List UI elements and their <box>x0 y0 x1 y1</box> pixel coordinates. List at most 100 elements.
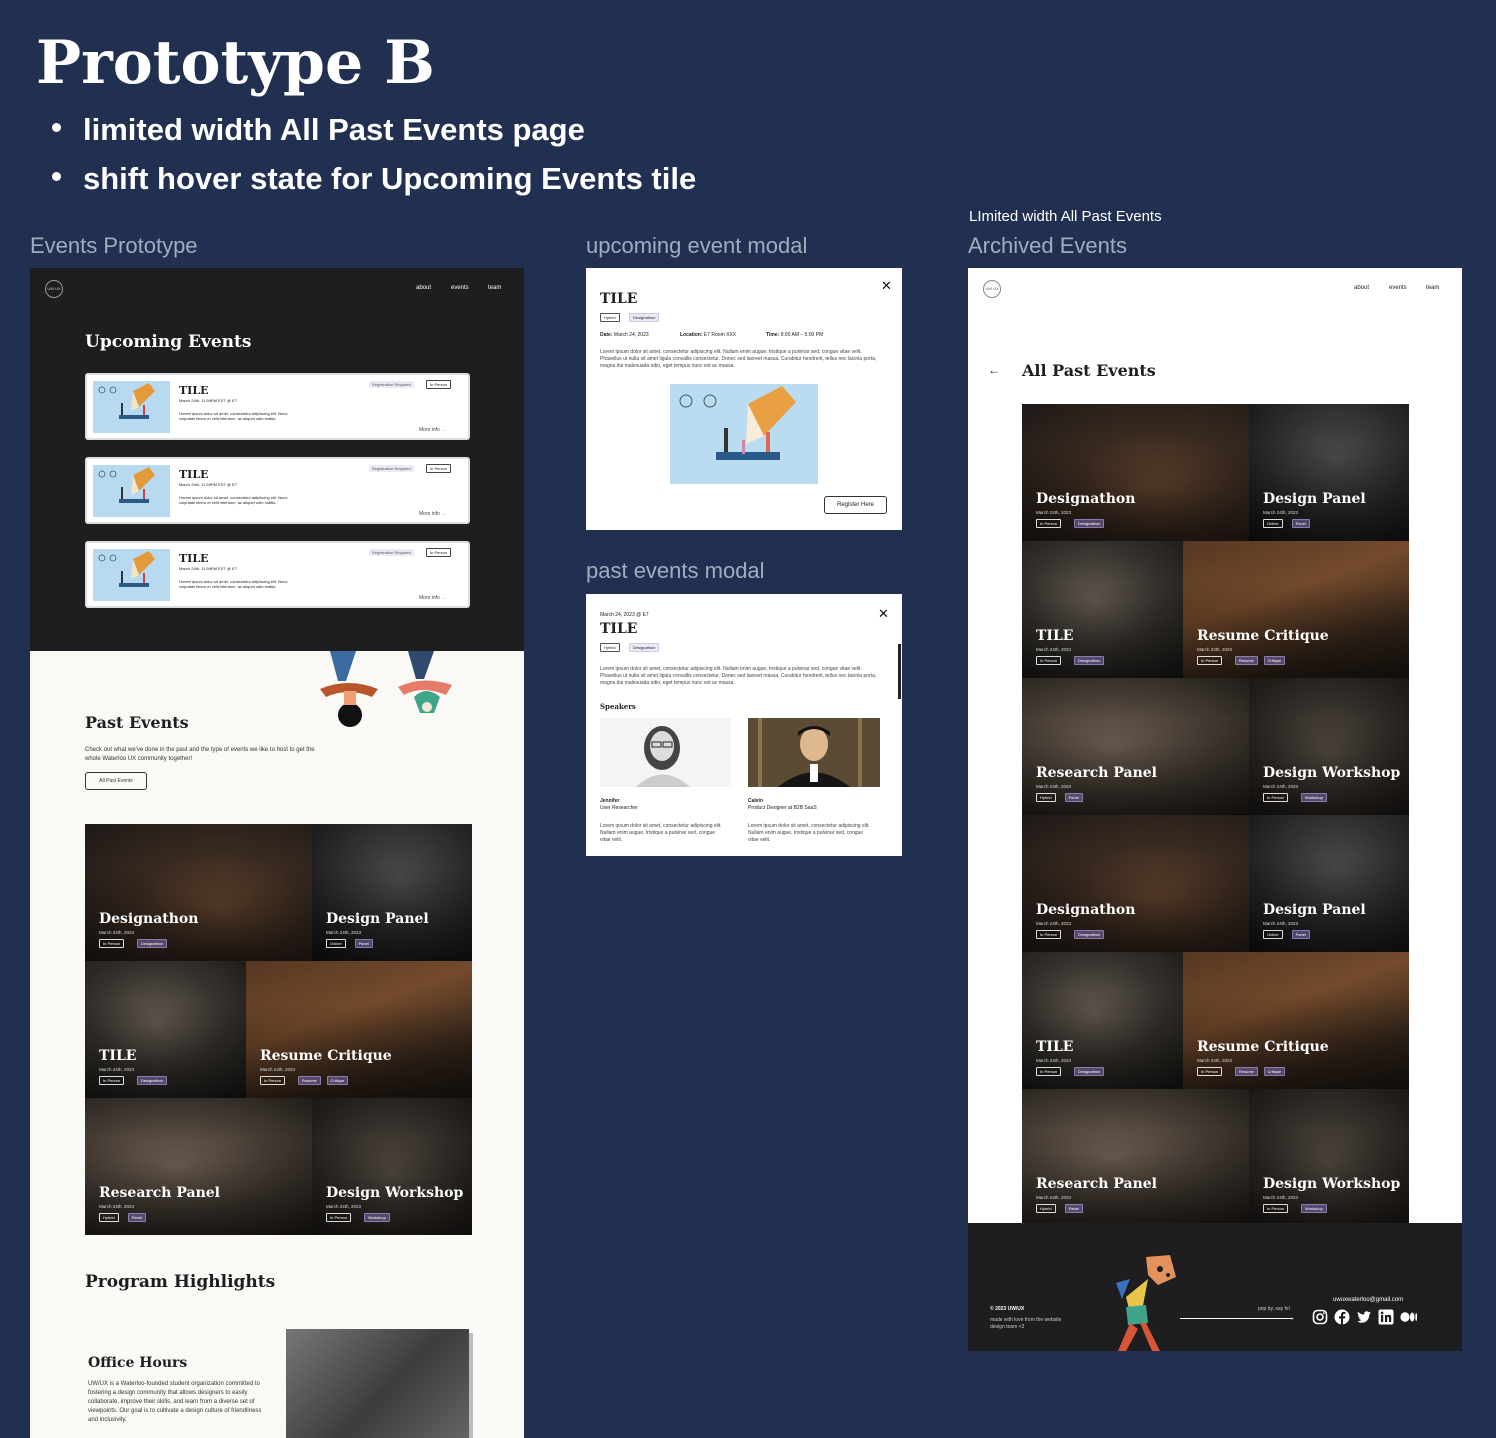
instagram-icon[interactable] <box>1312 1309 1328 1325</box>
footer-email[interactable]: uwuxwaterloo@gmail.com <box>1333 1297 1403 1303</box>
tile-tag: Hybrid <box>1036 793 1056 802</box>
upcoming-event-card[interactable]: TILE March 24th, 11:59PM EST @ E7 Horem … <box>85 541 470 608</box>
past-event-tile[interactable]: Design Workshop March 24th, 2023 In Person… <box>1249 1089 1409 1226</box>
tile-tag: In Person <box>99 1076 125 1085</box>
tile-tag: Workshop <box>363 1213 390 1222</box>
site-logo[interactable]: UW UX <box>983 280 1001 298</box>
tile-tag: Workshop <box>1300 793 1327 802</box>
all-past-events-button[interactable]: All Past Events <box>85 772 147 790</box>
medium-icon[interactable] <box>1400 1309 1418 1325</box>
twitter-icon[interactable] <box>1356 1309 1372 1325</box>
tile-date: March 24th, 2023 <box>1036 1195 1072 1200</box>
office-hours-description: UW/UX is a Waterloo-founded student orga… <box>88 1381 262 1423</box>
tile-tag: Resume <box>1234 656 1258 665</box>
event-illustration <box>93 465 170 517</box>
close-icon[interactable]: ✕ <box>878 606 889 622</box>
tile-tag: In Person <box>260 1076 286 1085</box>
register-button[interactable]: Register Here <box>824 496 887 514</box>
tile-title: TILE <box>99 1048 137 1064</box>
tile-tag: Panel <box>354 939 373 948</box>
modal-title: TILE <box>600 291 638 307</box>
past-event-tile[interactable]: Resume Critique March 24th, 2023 In Person… <box>1183 541 1409 678</box>
tile-title: Designathon <box>99 911 199 927</box>
location-value: E7 Room XXX <box>703 332 737 338</box>
close-icon[interactable]: ✕ <box>881 278 892 294</box>
tile-tag: Panel <box>1291 519 1310 528</box>
past-event-tile[interactable]: Design Workshop March 24th, 2023 In Person… <box>312 1098 472 1235</box>
linkedin-icon[interactable] <box>1378 1309 1394 1325</box>
tile-date: March 24th, 2023 <box>326 930 362 935</box>
past-event-tile[interactable]: Research Panel March 24th, 2023 Hybrid Pane… <box>1022 678 1249 815</box>
mode-tag: In Person <box>426 380 452 389</box>
past-event-tile[interactable]: TILE March 24th, 2023 In Person Designathon <box>85 961 246 1098</box>
more-info-link[interactable]: More info → <box>419 427 446 433</box>
scrollbar[interactable] <box>898 644 901 699</box>
tile-title: Design Panel <box>1263 491 1366 507</box>
past-event-tile[interactable]: Resume Critique March 24th, 2023 In Person… <box>246 961 472 1098</box>
past-event-tile[interactable]: Design Panel March 24th, 2023 Online Panel <box>1249 404 1409 541</box>
tile-title: Resume Critique <box>1197 628 1329 644</box>
footer-copyright: © 2023 UW/UX <box>990 1306 1025 1312</box>
tile-tag: In Person <box>1036 519 1062 528</box>
tile-tag: In Person <box>1036 930 1062 939</box>
past-event-tile[interactable]: Designathon March 24th, 2023 In Person Desi… <box>1022 815 1249 952</box>
past-event-tile[interactable]: Designathon March 24th, 2023 In Person Desi… <box>1022 404 1249 541</box>
figures-illustration <box>320 651 452 727</box>
facebook-icon[interactable] <box>1334 1309 1350 1325</box>
nav-about[interactable]: about <box>1354 285 1369 291</box>
nav-events[interactable]: events <box>451 285 469 291</box>
nav-events[interactable]: events <box>1389 285 1407 291</box>
tile-tag: Panel <box>1291 930 1310 939</box>
tile-date: March 24th, 2023 <box>1036 921 1072 926</box>
nav-about[interactable]: about <box>416 285 431 291</box>
more-info-link[interactable]: More info → <box>419 595 446 601</box>
tile-title: Designathon <box>1036 902 1136 918</box>
modal-description: Lorem ipsum dolor sit amet, consectetur … <box>600 349 877 369</box>
back-arrow-icon[interactable]: ← <box>988 363 1000 377</box>
bullet-text: shift hover state for Upcoming Events ti… <box>83 161 697 196</box>
tile-title: Design Workshop <box>326 1185 464 1201</box>
event-illustration <box>670 384 818 484</box>
upcoming-event-card[interactable]: TILE March 24th, 11:59PM EST @ E7 Horem … <box>85 373 470 440</box>
tile-tag: Resume <box>297 1076 321 1085</box>
past-event-tile[interactable]: TILE March 24th, 2023 In Person Designathon <box>1022 952 1183 1089</box>
tile-date: March 24th, 2023 <box>326 1204 362 1209</box>
tile-tag: Panel <box>1064 1204 1083 1213</box>
tile-tag: In Person <box>99 939 125 948</box>
tile-tag: Critique <box>1263 656 1286 665</box>
time-label: Time: <box>766 332 780 338</box>
past-event-tile[interactable]: TILE March 24th, 2023 In Person Designathon <box>1022 541 1183 678</box>
time-value: 9:00 AM – 5:00 PM <box>780 332 824 338</box>
tile-tag: Designathon <box>136 939 168 948</box>
past-event-tile[interactable]: Resume Critique March 24th, 2023 In Person… <box>1183 952 1409 1089</box>
past-event-tile[interactable]: Design Workshop March 24th, 2023 In Person… <box>1249 678 1409 815</box>
registration-tag: Registration Required <box>369 549 414 556</box>
past-event-tile[interactable]: Design Panel March 24th, 2023 Online Panel <box>1249 815 1409 952</box>
past-event-tile[interactable]: Research Panel March 24th, 2023 Hybrid Pane… <box>1022 1089 1249 1226</box>
more-info-link[interactable]: More info → <box>419 511 446 517</box>
event-description: Horem ipsum dolor sit amet, consectetur … <box>179 411 288 421</box>
upcoming-event-card[interactable]: TILE March 24th, 11:59PM EST @ E7 Horem … <box>85 457 470 524</box>
past-event-tile[interactable]: Designathon March 24th, 2023 In Person Desi… <box>85 824 312 961</box>
speaker-photo <box>748 718 880 787</box>
tile-tag: Workshop <box>1300 1204 1327 1213</box>
site-logo[interactable]: UW UX <box>45 280 63 298</box>
past-event-tile[interactable]: Design Panel March 24th, 2023 Online Panel <box>312 824 472 961</box>
nav-team[interactable]: team <box>1426 285 1439 291</box>
tile-tag: Designathon <box>1073 656 1105 665</box>
tile-date: March 24th, 2023 <box>1197 1058 1233 1063</box>
event-description: Horem ipsum dolor sit amet, consectetur … <box>179 495 288 505</box>
bullet-dot <box>52 123 61 133</box>
speaker-bio: Lorem ipsum dolor sit amet, consectetur … <box>600 823 722 843</box>
footer-arrow-line <box>1180 1318 1292 1319</box>
office-hours-title: Office Hours <box>88 1355 188 1371</box>
frame-note-archive: LImited width All Past Events <box>969 208 1162 225</box>
frame-label-events: Events Prototype <box>30 233 198 258</box>
past-events-description: Check out what we've done in the past an… <box>85 747 315 762</box>
nav-team[interactable]: team <box>488 285 501 291</box>
tile-title: TILE <box>1036 628 1074 644</box>
speaker-name: Calvin <box>748 798 764 804</box>
speakers-label: Speakers <box>600 702 636 711</box>
past-event-tile[interactable]: Research Panel March 24th, 2023 Hybrid Pane… <box>85 1098 312 1235</box>
tile-tag: Resume <box>1234 1067 1258 1076</box>
